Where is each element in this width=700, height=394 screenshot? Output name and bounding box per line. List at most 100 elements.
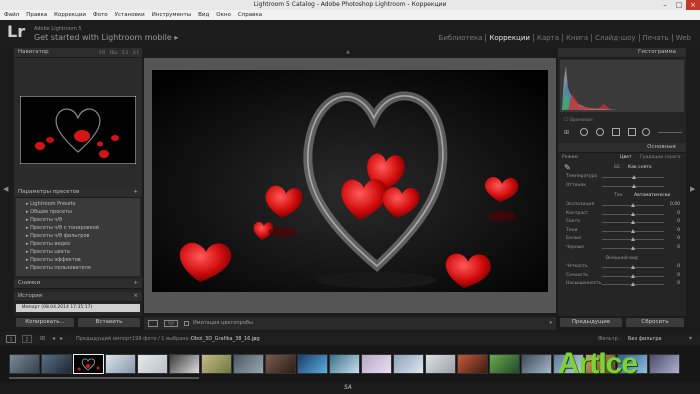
collapse-filmstrip-icon[interactable]: ▾ xyxy=(689,333,692,345)
filmstrip-thumb[interactable] xyxy=(521,354,552,374)
slider-value[interactable]: 0 xyxy=(677,211,680,216)
menu-settings[interactable]: Установки xyxy=(115,10,145,20)
adjust-slider[interactable]: Сочность 0 xyxy=(558,272,686,281)
adjust-slider[interactable]: Тени 0 xyxy=(558,227,686,236)
paste-settings-button[interactable]: Вставить xyxy=(78,318,140,327)
slider-knob[interactable] xyxy=(632,175,636,179)
eyedropper-icon[interactable]: ✎ xyxy=(564,163,571,172)
tint-slider[interactable]: Оттенок xyxy=(558,182,686,191)
graduated-filter-icon[interactable] xyxy=(628,128,636,136)
grid-icon[interactable]: ⊞ xyxy=(564,129,569,136)
slider-value[interactable]: 0 xyxy=(677,219,680,224)
adjust-slider[interactable]: Контраст 0 xyxy=(558,210,686,219)
collapse-top-icon[interactable]: ▲ xyxy=(346,49,350,55)
radial-filter-icon[interactable] xyxy=(642,128,650,136)
slider-value[interactable]: 0 xyxy=(677,281,680,286)
filmstrip-thumb[interactable] xyxy=(329,354,360,374)
filmstrip-thumb[interactable] xyxy=(201,354,232,374)
copy-settings-button[interactable]: Копировать... xyxy=(16,318,74,327)
filmstrip-thumb[interactable] xyxy=(457,354,488,374)
filmstrip-thumb-selected[interactable] xyxy=(73,354,104,374)
slider-knob[interactable] xyxy=(631,220,635,224)
zoom-3-1[interactable]: 3:1 xyxy=(133,50,139,55)
slider-value[interactable]: 0 xyxy=(677,236,680,241)
menu-help[interactable]: Справка xyxy=(238,10,262,20)
filmstrip-thumb[interactable] xyxy=(393,354,424,374)
collapse-right-icon[interactable]: ▶ xyxy=(690,185,695,193)
filmstrip-thumb[interactable] xyxy=(265,354,296,374)
slider-knob[interactable] xyxy=(631,237,635,241)
menu-photo[interactable]: Фото xyxy=(93,10,108,20)
source-label[interactable]: Предыдущий импорт xyxy=(76,333,132,345)
module-map[interactable]: Карта xyxy=(532,34,562,42)
filmstrip-thumb[interactable] xyxy=(649,354,680,374)
filmstrip-thumb[interactable] xyxy=(41,354,72,374)
filmstrip-thumb[interactable] xyxy=(297,354,328,374)
navigator-zoom[interactable]: FIT FILL 1:1 3:1 xyxy=(99,48,139,57)
slider-knob[interactable] xyxy=(631,282,635,286)
spot-removal-icon[interactable] xyxy=(596,128,604,136)
zoom-fill[interactable]: FILL xyxy=(110,50,118,55)
preset-folder[interactable]: ▸ Lightroom Presets xyxy=(16,200,140,208)
toolbar-menu-icon[interactable]: ▾ xyxy=(549,317,552,330)
slider-value[interactable]: 0 xyxy=(677,245,680,250)
module-develop[interactable]: Коррекции xyxy=(485,34,533,42)
module-book[interactable]: Книга xyxy=(562,34,591,42)
treatment-color[interactable]: Цвет xyxy=(620,155,632,160)
grid-view-icon[interactable]: ⊞ xyxy=(40,333,45,345)
filmstrip-scrollbar[interactable] xyxy=(9,377,199,379)
before-after-icon[interactable]: Y|Y xyxy=(164,320,178,327)
preset-folder[interactable]: ▸ Пресеты эффектов xyxy=(16,256,140,264)
temperature-slider[interactable]: Температура xyxy=(558,173,686,182)
preset-folder[interactable]: ▸ Пресеты видео xyxy=(16,240,140,248)
file-menu-icon[interactable]: ▾ xyxy=(254,333,257,345)
slider-value[interactable]: 0 xyxy=(677,264,680,269)
mobile-link[interactable]: Get started with Lightroom mobile ▸ xyxy=(34,33,178,42)
filmstrip-thumb[interactable] xyxy=(489,354,520,374)
adjust-slider[interactable]: Четкость 0 xyxy=(558,263,686,272)
filmstrip-thumb[interactable] xyxy=(169,354,200,374)
adjust-slider[interactable]: Света 0 xyxy=(558,218,686,227)
slider-value[interactable]: 0,00 xyxy=(670,202,680,207)
slider-knob[interactable] xyxy=(631,203,635,207)
zoom-1-1[interactable]: 1:1 xyxy=(122,50,128,55)
snapshots-header[interactable]: Снимки + xyxy=(14,279,142,289)
preset-folder[interactable]: ▸ Пресеты цвета xyxy=(16,248,140,256)
module-web[interactable]: Web xyxy=(671,34,694,42)
menu-edit[interactable]: Правка xyxy=(26,10,47,20)
add-snapshot-icon[interactable]: + xyxy=(133,279,138,288)
add-preset-icon[interactable]: + xyxy=(133,188,138,197)
filmstrip-thumb[interactable] xyxy=(137,354,168,374)
menu-tools[interactable]: Инструменты xyxy=(152,10,191,20)
filmstrip-thumb[interactable] xyxy=(361,354,392,374)
original-photo-toggle[interactable]: ☐ Оригинал xyxy=(558,118,686,127)
presets-header[interactable]: Параметры пресетов + xyxy=(14,188,142,198)
slider-knob[interactable] xyxy=(631,265,635,269)
preset-folder[interactable]: ▸ Пресеты ч/б с тонировкой xyxy=(16,224,140,232)
basic-header[interactable]: Основные xyxy=(558,143,686,153)
filmstrip-thumb[interactable] xyxy=(9,354,40,374)
page-1-button[interactable]: 1 xyxy=(6,335,16,343)
slider-value[interactable]: 0 xyxy=(677,228,680,233)
history-header[interactable]: История × xyxy=(14,292,142,302)
menu-view[interactable]: Вид xyxy=(198,10,209,20)
menu-file[interactable]: Файл xyxy=(4,10,19,20)
treatment-bw[interactable]: Градации серого xyxy=(640,155,681,160)
collapse-left-icon[interactable]: ◀ xyxy=(3,185,8,193)
filmstrip-thumb[interactable] xyxy=(233,354,264,374)
histogram-header[interactable]: Гистограмма xyxy=(558,48,686,58)
adjust-slider[interactable]: Белые 0 xyxy=(558,235,686,244)
crop-overlay-icon[interactable] xyxy=(580,128,588,136)
filter-select[interactable]: Без фильтра xyxy=(628,333,662,345)
back-icon[interactable]: ◂ xyxy=(52,333,55,345)
adjust-slider[interactable]: Черные 0 xyxy=(558,244,686,253)
close-button[interactable]: × xyxy=(686,0,700,10)
preset-folder[interactable]: ▸ Общие пресеты xyxy=(16,208,140,216)
module-print[interactable]: Печать xyxy=(638,34,672,42)
previous-button[interactable]: Предыдущие xyxy=(560,318,622,327)
slider-knob[interactable] xyxy=(632,183,636,188)
loupe-view-icon[interactable] xyxy=(148,320,158,327)
redeye-icon[interactable] xyxy=(612,128,620,136)
history-entry[interactable]: Импорт (08.04.2014 17:35:17) xyxy=(16,304,140,312)
slider-knob[interactable] xyxy=(631,245,635,250)
